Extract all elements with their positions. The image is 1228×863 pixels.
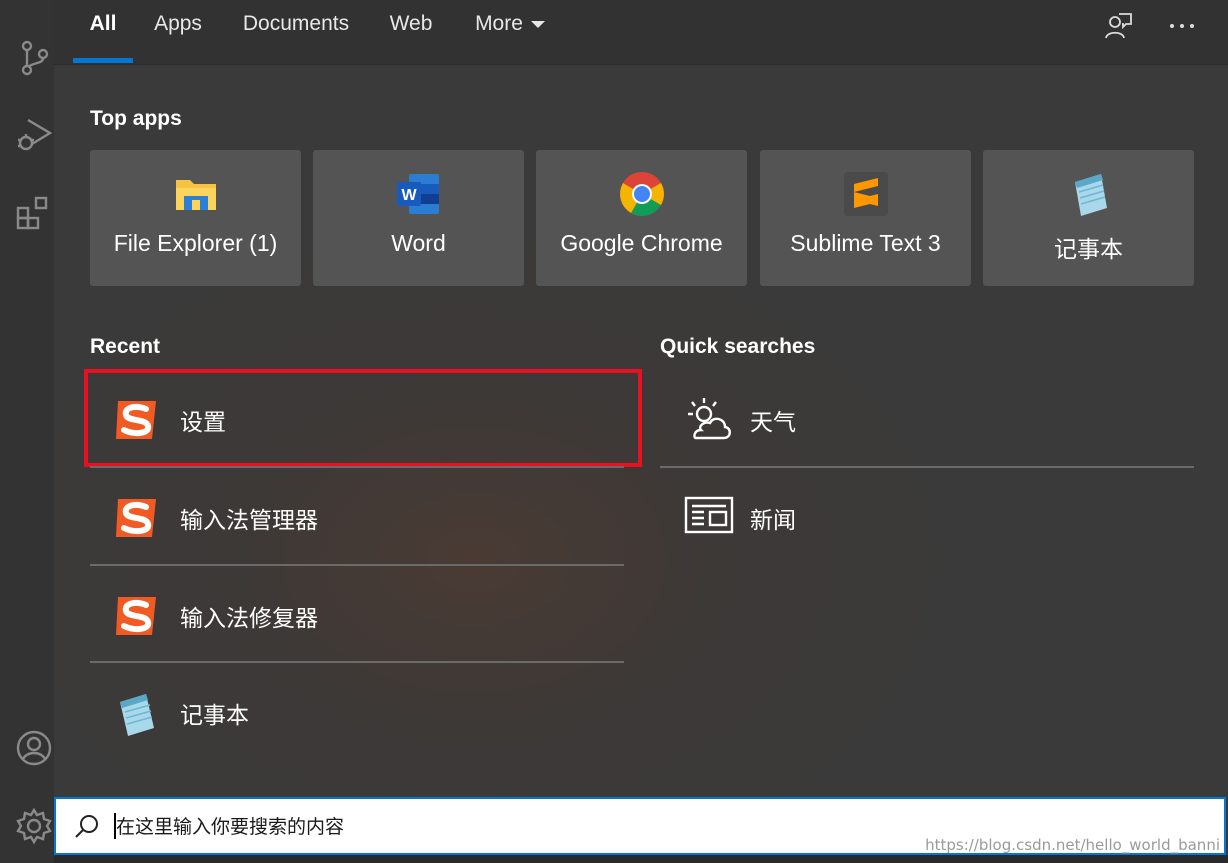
file-explorer-icon (172, 170, 220, 218)
run-debug-icon[interactable] (14, 114, 54, 154)
top-app-word[interactable]: W Word (313, 150, 524, 286)
svg-text:W: W (401, 187, 417, 204)
recent-item-ime-repair[interactable]: 输入法修复器 (90, 566, 624, 662)
source-control-icon[interactable] (14, 38, 54, 78)
top-app-label: Sublime Text 3 (790, 230, 941, 256)
ellipsis-icon[interactable] (1166, 10, 1198, 42)
settings-gear-icon[interactable] (14, 806, 54, 846)
feedback-icon[interactable] (1102, 10, 1134, 42)
tab-all[interactable]: All (73, 0, 133, 64)
account-icon[interactable] (14, 728, 54, 768)
tab-documents[interactable]: Documents (240, 0, 352, 64)
sublime-text-icon (842, 170, 890, 218)
tab-more[interactable]: More (470, 0, 550, 64)
word-icon: W (395, 170, 443, 218)
quick-searches-title: Quick searches (660, 335, 816, 358)
top-app-file-explorer[interactable]: File Explorer (1) (90, 150, 301, 286)
recent-item-ime-manager[interactable]: 输入法管理器 (90, 468, 624, 564)
quick-search-news[interactable]: 新闻 (660, 468, 1194, 564)
top-app-label: Word (391, 230, 446, 256)
recent-item-label: 输入法管理器 (180, 507, 318, 533)
news-icon (684, 494, 734, 540)
sogou-icon (112, 591, 162, 641)
top-app-label: Google Chrome (560, 230, 723, 256)
top-app-label: File Explorer (1) (113, 230, 278, 256)
notepad-icon (1065, 170, 1113, 218)
activity-bar (0, 0, 55, 863)
recent-item-notepad[interactable]: 记事本 (90, 663, 624, 759)
search-panel: All Apps Documents Web More Top apps Fil… (54, 0, 1228, 863)
tab-apps[interactable]: Apps (150, 0, 206, 64)
recent-item-label: 输入法修复器 (180, 605, 318, 631)
top-apps-title: Top apps (90, 107, 182, 130)
recent-title: Recent (90, 335, 161, 358)
bottom-strip (54, 855, 1228, 863)
weather-icon (684, 396, 734, 442)
search-input[interactable] (114, 807, 918, 847)
quick-search-label: 天气 (750, 409, 796, 435)
recent-item-label: 记事本 (180, 702, 249, 728)
watermark: https://blog.csdn.net/hello_world_banni (925, 836, 1220, 854)
search-icon (74, 813, 100, 839)
top-app-chrome[interactable]: Google Chrome (536, 150, 747, 286)
sogou-icon (112, 493, 162, 543)
notepad-icon (112, 688, 162, 738)
search-tabs: All Apps Documents Web More (54, 0, 1228, 65)
top-app-notepad[interactable]: 记事本 (983, 150, 1194, 286)
tab-more-label: More (475, 12, 523, 35)
quick-search-weather[interactable]: 天气 (660, 370, 1194, 466)
top-app-sublime-text[interactable]: Sublime Text 3 (760, 150, 971, 286)
active-tab-indicator (73, 58, 133, 63)
quick-search-label: 新闻 (750, 507, 796, 533)
highlight-box (84, 369, 642, 467)
chrome-icon (618, 170, 666, 218)
tab-web[interactable]: Web (386, 0, 436, 64)
text-cursor (114, 813, 116, 839)
extensions-icon[interactable] (14, 194, 54, 234)
top-app-label: 记事本 (1054, 236, 1123, 262)
chevron-down-icon (530, 20, 545, 28)
